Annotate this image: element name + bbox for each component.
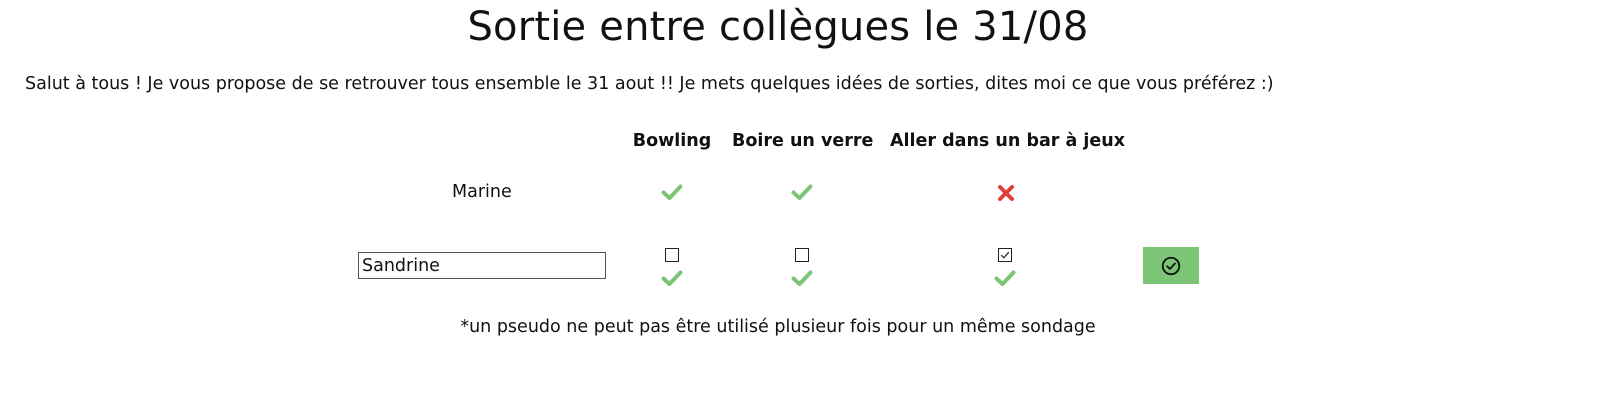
check-icon xyxy=(660,266,684,290)
response-name: Marine xyxy=(452,182,512,202)
checkmark-icon xyxy=(1000,251,1010,259)
column-header-bar-a-jeux: Aller dans un bar à jeux xyxy=(890,131,1126,151)
poll-page: Sortie entre collègues le 31/08 Salut à … xyxy=(0,0,1599,406)
check-icon xyxy=(993,266,1017,290)
column-header-bowling: Bowling xyxy=(632,131,712,151)
page-title: Sortie entre collègues le 31/08 xyxy=(467,4,1089,50)
checkbox-boire-un-verre[interactable] xyxy=(795,248,809,262)
footnote: *un pseudo ne peut pas être utilisé plus… xyxy=(460,317,1096,337)
name-input[interactable] xyxy=(358,252,606,279)
column-header-boire-un-verre: Boire un verre xyxy=(732,131,874,151)
checkbox-bowling[interactable] xyxy=(665,248,679,262)
check-icon xyxy=(790,180,814,204)
check-icon xyxy=(660,180,684,204)
cross-icon xyxy=(994,181,1018,205)
poll-description: Salut à tous ! Je vous propose de se ret… xyxy=(25,74,1274,94)
check-icon xyxy=(790,266,814,290)
check-circle-icon xyxy=(1161,256,1181,275)
checkbox-bar-a-jeux[interactable] xyxy=(998,248,1012,262)
submit-button[interactable] xyxy=(1143,247,1199,284)
